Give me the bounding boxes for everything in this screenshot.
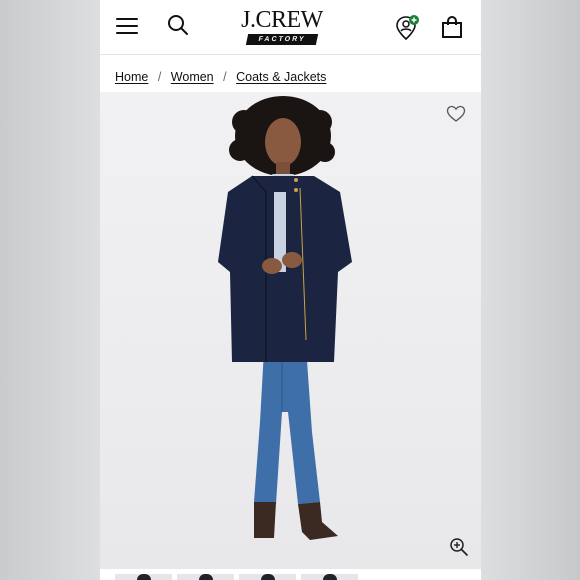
bag-button[interactable] [440, 15, 464, 39]
search-icon [168, 15, 188, 35]
breadcrumb-separator: / [223, 70, 227, 84]
model-illustration [218, 96, 352, 540]
product-image[interactable] [100, 92, 481, 569]
breadcrumb-home[interactable]: Home [115, 70, 148, 84]
mobile-page: J.CREW FACTORY Home / Women / Coats & Ja [100, 0, 481, 580]
thumbnail-strip [100, 569, 481, 580]
wishlist-button[interactable] [446, 105, 466, 123]
thumbnail-1[interactable] [115, 574, 172, 580]
backdrop-left [0, 0, 100, 580]
thumbnail-4[interactable] [301, 574, 358, 580]
shopping-bag-icon [442, 16, 462, 38]
brand-name: J.CREW [241, 7, 323, 33]
thumbnail-3[interactable] [239, 574, 296, 580]
search-button[interactable] [166, 13, 190, 37]
zoom-button[interactable] [449, 537, 469, 557]
brand-logo[interactable]: J.CREW FACTORY [234, 8, 330, 46]
breadcrumb-coats-jackets[interactable]: Coats & Jackets [236, 70, 326, 84]
site-header: J.CREW FACTORY [100, 0, 481, 55]
heart-icon [446, 105, 466, 122]
breadcrumb-women[interactable]: Women [171, 70, 214, 84]
breadcrumb-separator: / [157, 70, 162, 84]
account-location-icon [396, 15, 419, 41]
hamburger-menu-icon [116, 18, 138, 20]
account-button[interactable] [394, 14, 422, 42]
thumbnail-2[interactable] [177, 574, 234, 580]
brand-subline: FACTORY [245, 34, 319, 45]
menu-button[interactable] [116, 15, 140, 37]
backdrop-right [481, 0, 580, 580]
zoom-in-icon [450, 538, 468, 556]
breadcrumb: Home / Women / Coats & Jackets [115, 70, 326, 84]
